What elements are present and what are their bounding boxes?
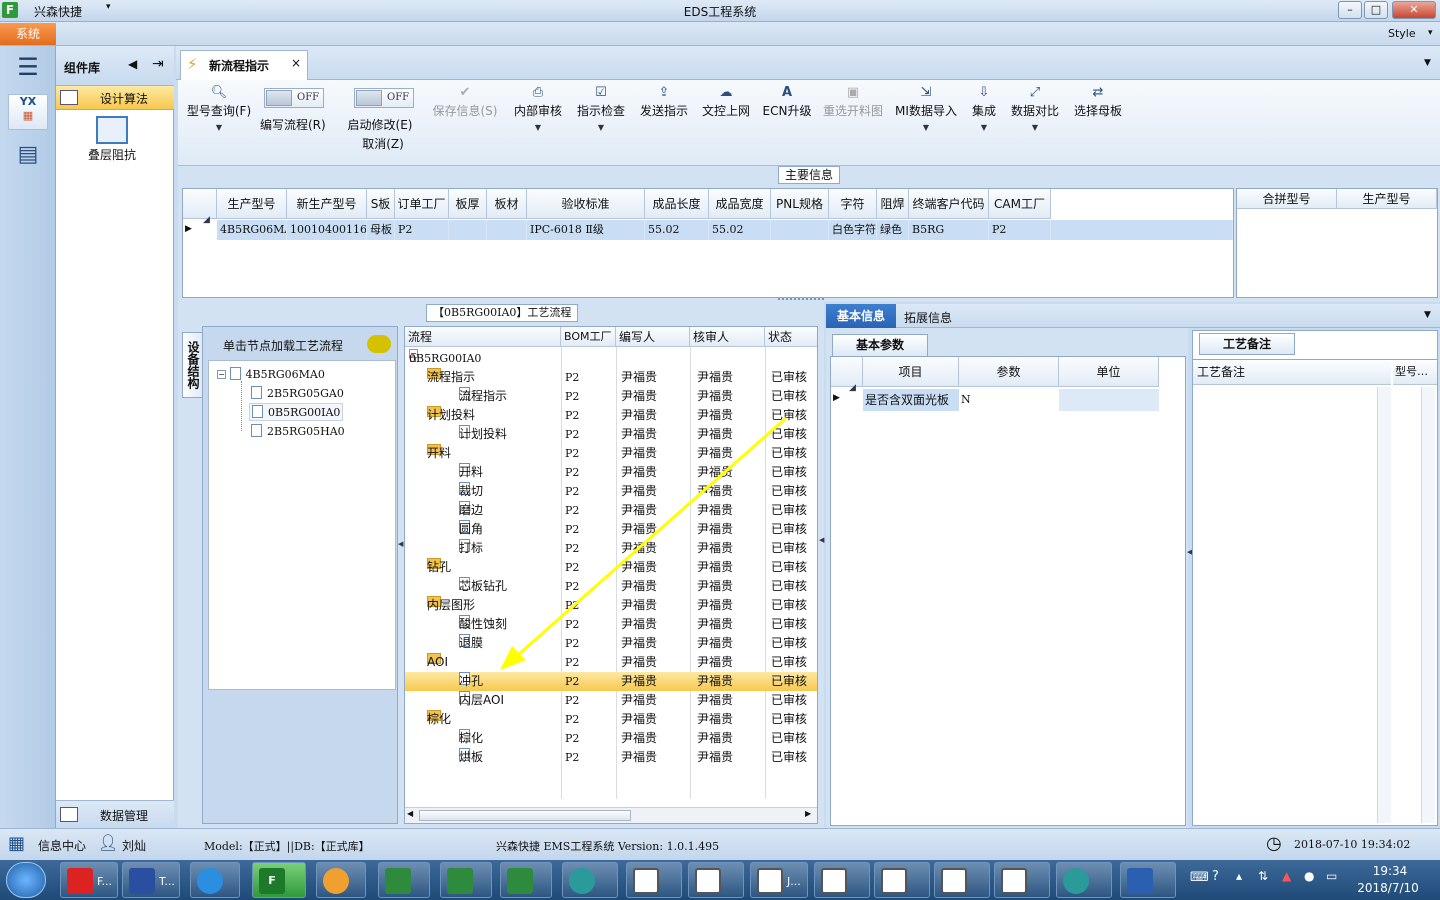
windows-taskbar: F... T... F J... ⌨ ? ▴ ⇅ ▲ ● ▭ 19:34 201… <box>0 860 1440 900</box>
taskbar-item-foxmail[interactable]: F... <box>60 862 118 898</box>
display-icon[interactable]: ▭ <box>1326 869 1337 883</box>
shield-icon[interactable]: ● <box>1304 869 1314 883</box>
clock-icon: ◷ <box>1266 833 1282 854</box>
taskbar-item-window[interactable] <box>626 862 682 898</box>
taskbar-time[interactable]: 19:34 <box>1360 864 1420 878</box>
taskbar-item-window[interactable] <box>814 862 870 898</box>
system-version: 兴森快捷 EMS工程系统 Version: 1.0.1.495 <box>496 840 720 853</box>
user-name: 刘灿 <box>122 839 147 853</box>
status-bar: ▦ 信息中心 👤︎ 刘灿 Model:【正式】||DB:【正式库】 兴森快捷 E… <box>0 828 1440 860</box>
security-icon[interactable]: ▲ <box>1282 869 1291 883</box>
taskbar-date[interactable]: 2018/7/10 <box>1352 881 1424 895</box>
windows-grid-icon[interactable]: ▦ <box>8 833 25 854</box>
taskbar-item-shell[interactable] <box>316 862 366 898</box>
user-icon: 👤︎ <box>98 833 119 852</box>
datetime: 2018-07-10 19:34:02 <box>1294 838 1411 851</box>
taskbar-item-eds[interactable]: F <box>252 862 306 898</box>
taskbar-item-t[interactable]: T... <box>122 862 180 898</box>
taskbar-item-j[interactable]: J... <box>750 862 808 898</box>
taskbar-item-excel[interactable] <box>378 862 430 898</box>
taskbar-item-app[interactable] <box>1056 862 1112 898</box>
taskbar-item-window[interactable] <box>994 862 1050 898</box>
model-db-status: Model:【正式】||DB:【正式库】 <box>204 840 370 853</box>
taskbar-item-ie[interactable] <box>190 862 240 898</box>
taskbar-item-app[interactable] <box>562 862 618 898</box>
start-button-icon[interactable] <box>6 862 46 898</box>
info-center-link[interactable]: 信息中心 <box>38 837 86 854</box>
network-icon[interactable]: ⇅ <box>1258 869 1268 883</box>
taskbar-item-excel[interactable] <box>500 862 552 898</box>
taskbar-item-window[interactable] <box>934 862 990 898</box>
taskbar-item-word[interactable] <box>1120 862 1176 898</box>
keyboard-icon[interactable]: ⌨ <box>1190 870 1209 885</box>
taskbar-item-window[interactable] <box>688 862 744 898</box>
tray-expand-icon[interactable]: ▴ <box>1236 869 1242 883</box>
taskbar-item-window[interactable] <box>874 862 930 898</box>
annotation-arrow <box>500 416 787 670</box>
taskbar-item-excel[interactable] <box>440 862 492 898</box>
help-icon[interactable]: ? <box>1212 869 1219 884</box>
